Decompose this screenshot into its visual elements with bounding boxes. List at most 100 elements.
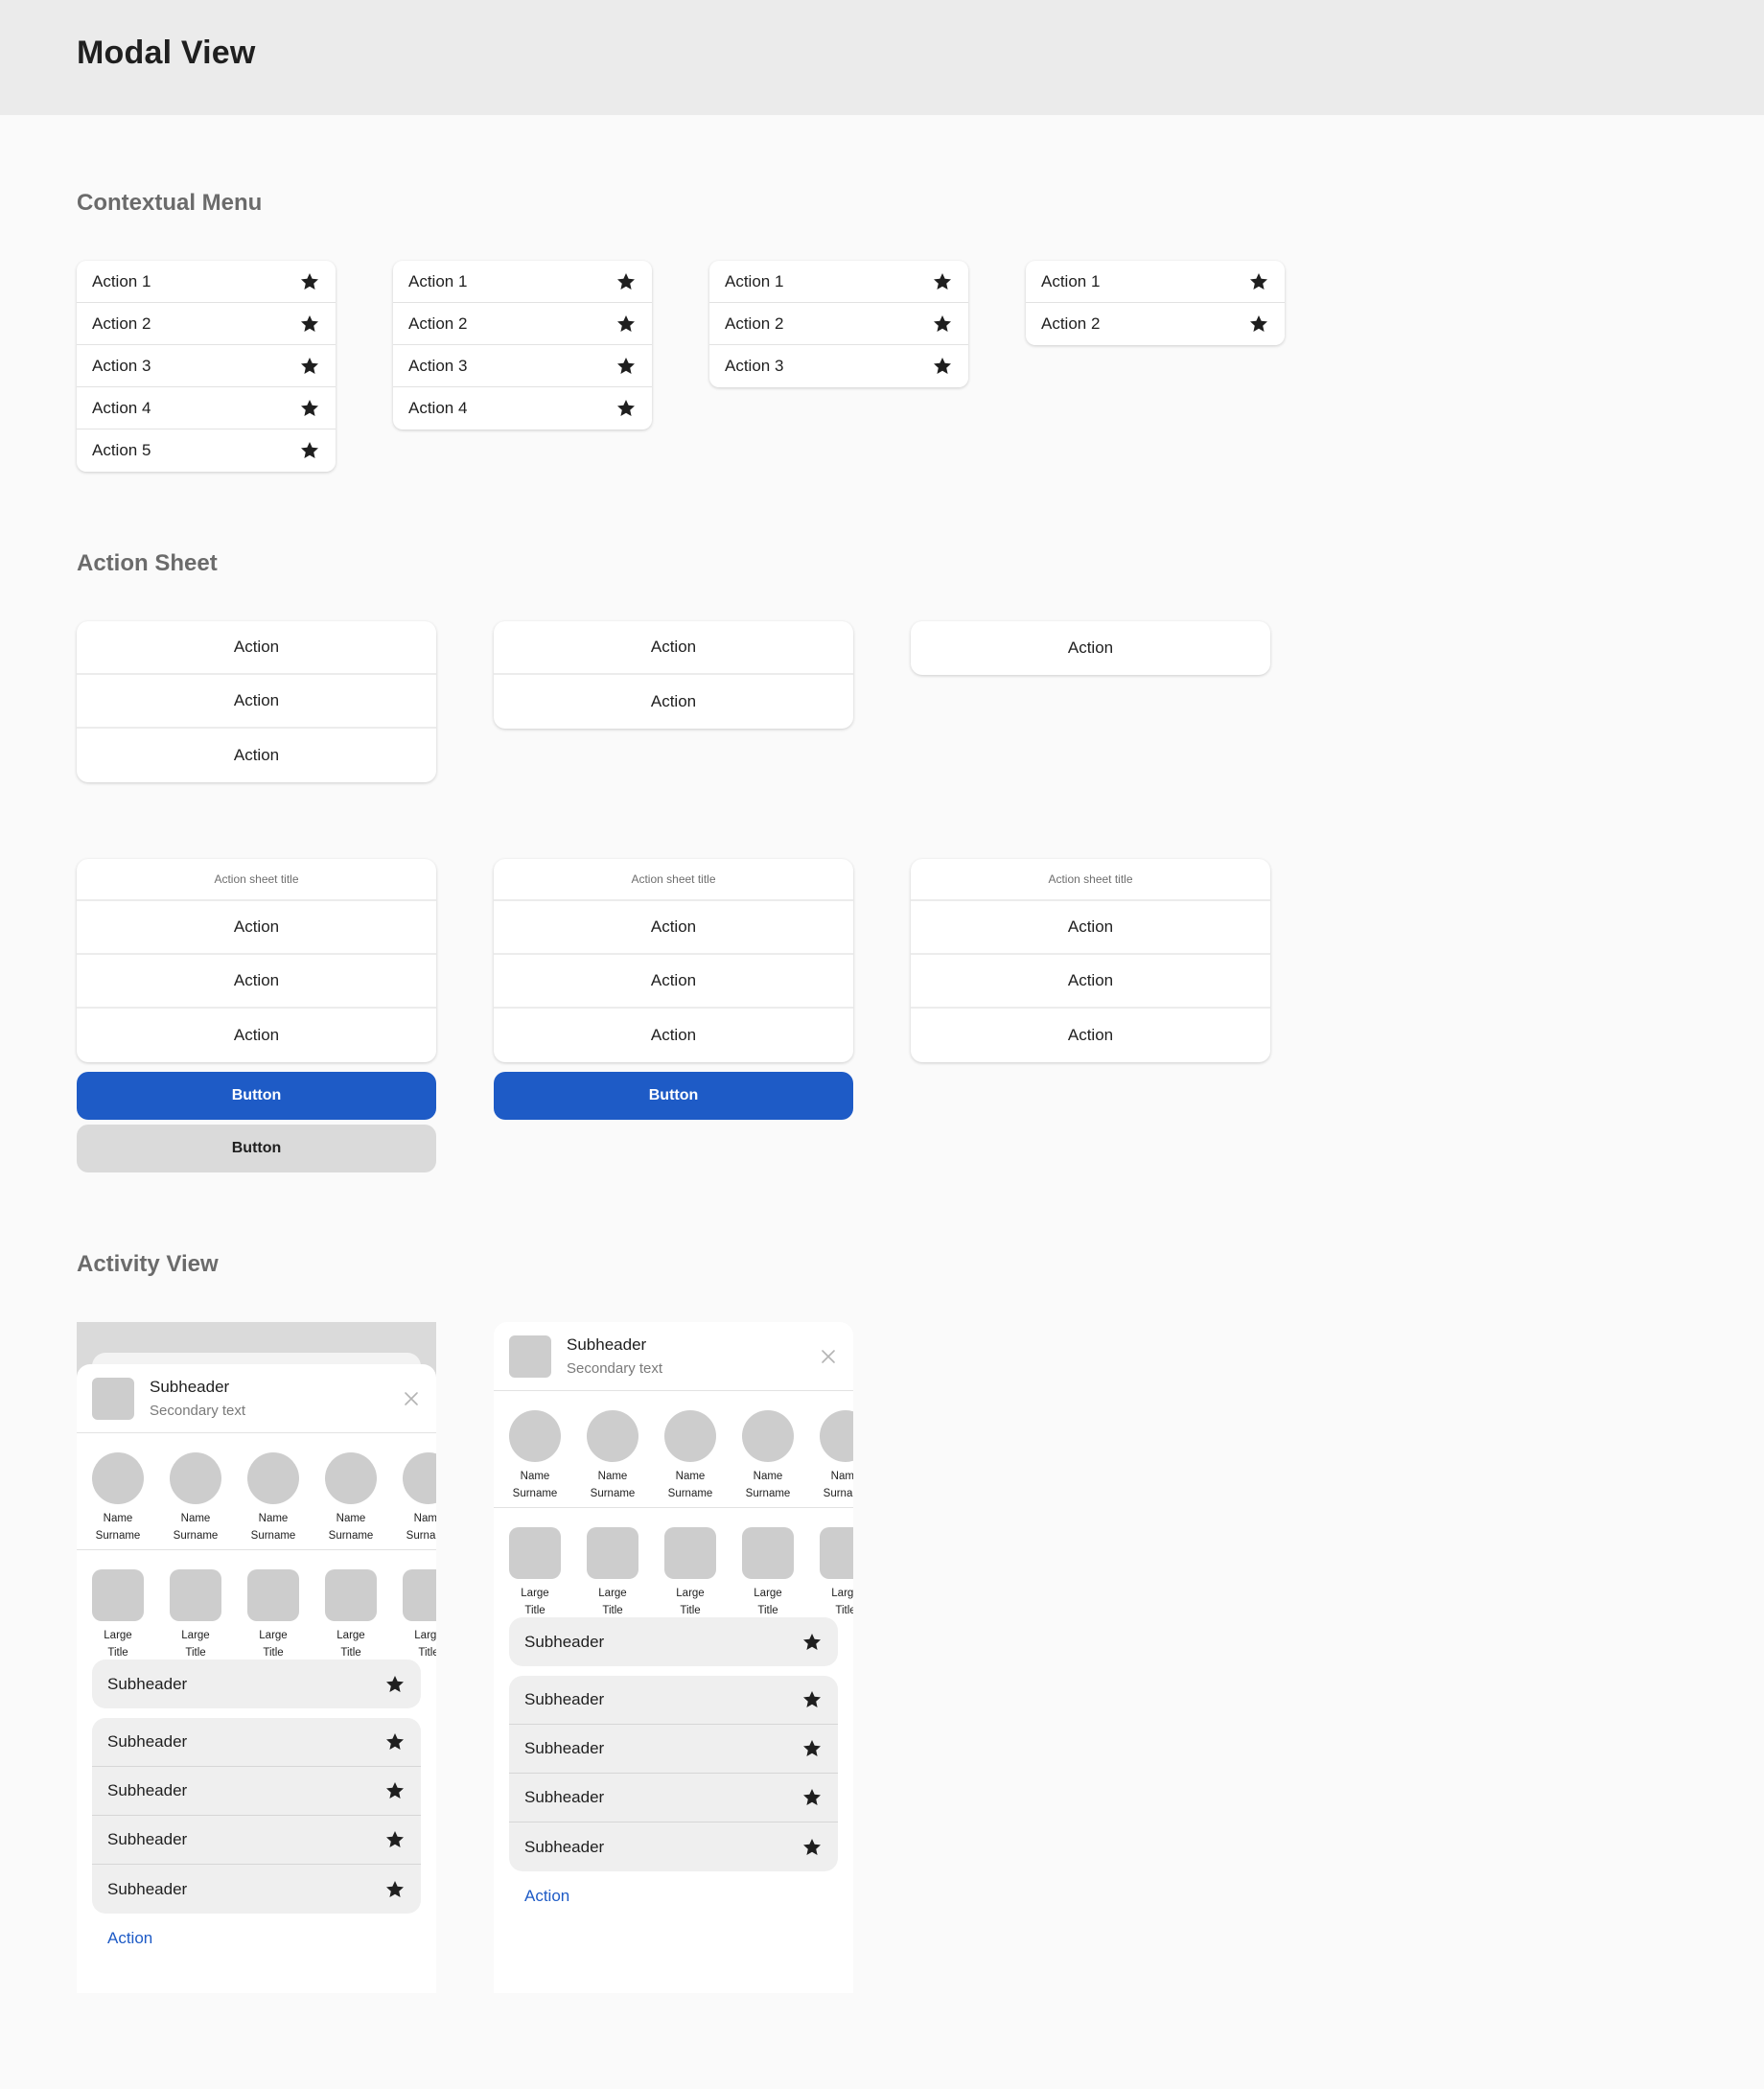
list-item[interactable]: Subheader	[92, 1816, 421, 1865]
app-title: Large Title	[731, 1585, 805, 1617]
app-title-line: Title	[680, 1605, 701, 1616]
app-item[interactable]: Large Title	[664, 1527, 716, 1617]
action-sheet-action[interactable]: Action	[494, 955, 853, 1009]
action-sheet-action[interactable]: Action	[77, 1009, 436, 1062]
thumbnail	[92, 1377, 134, 1420]
action-link[interactable]: Action	[107, 1929, 436, 1948]
person-name: Name Surname	[81, 1510, 155, 1544]
app-item[interactable]: Large Title	[587, 1527, 638, 1617]
menu-item[interactable]: Action 3	[77, 345, 336, 387]
action-sheet-action[interactable]: Action	[494, 621, 853, 675]
action-sheet-action[interactable]: Action	[911, 621, 1270, 675]
star-icon	[615, 356, 637, 377]
action-sheet-action[interactable]: Action	[77, 729, 436, 782]
action-sheet-action[interactable]: Action	[77, 955, 436, 1009]
app-item[interactable]: Large Title	[170, 1569, 221, 1660]
app-item[interactable]: Large Title	[247, 1569, 299, 1660]
person-item[interactable]: Name Surname	[325, 1452, 377, 1549]
first-name: Name	[180, 1513, 211, 1524]
menu-item[interactable]: Action 1	[393, 261, 652, 303]
star-icon	[801, 1738, 823, 1759]
person-item[interactable]: Name Surname	[509, 1410, 561, 1507]
action-sheet-action[interactable]: Action	[77, 901, 436, 955]
person-item[interactable]: Name Surname	[403, 1452, 436, 1549]
menu-item[interactable]: Action 5	[77, 429, 336, 472]
activity-secondary-text: Secondary text	[150, 1403, 246, 1419]
menu-item[interactable]: Action 3	[393, 345, 652, 387]
app-item[interactable]: Large Title	[403, 1569, 436, 1660]
action-sheet-action[interactable]: Action	[911, 955, 1270, 1009]
app-title-line: Large	[337, 1630, 365, 1641]
menu-item[interactable]: Action 2	[393, 303, 652, 345]
menu-item[interactable]: Action 1	[77, 261, 336, 303]
list-item[interactable]: Subheader	[509, 1617, 838, 1666]
secondary-button[interactable]: Button	[77, 1125, 436, 1172]
menu-item[interactable]: Action 4	[393, 387, 652, 429]
avatar	[92, 1452, 144, 1504]
app-item[interactable]: Large Title	[92, 1569, 144, 1660]
person-item[interactable]: Name Surname	[92, 1452, 144, 1549]
contextual-menu: Action 1 Action 2 Action 3 Action 4 Action 5	[77, 261, 336, 472]
menu-item[interactable]: Action 2	[1026, 303, 1285, 345]
section-title-contextual-menu: Contextual Menu	[77, 190, 263, 216]
action-sheet-action[interactable]: Action	[77, 675, 436, 729]
action-sheet-action[interactable]: Action	[494, 1009, 853, 1062]
menu-item[interactable]: Action 1	[709, 261, 968, 303]
menu-item[interactable]: Action 2	[77, 303, 336, 345]
person-item[interactable]: Name Surname	[587, 1410, 638, 1507]
person-item[interactable]: Name Surname	[742, 1410, 794, 1507]
action-sheet-action[interactable]: Action	[77, 621, 436, 675]
menu-item[interactable]: Action 3	[709, 345, 968, 387]
menu-item-label: Action 1	[408, 271, 468, 290]
menu-item[interactable]: Action 4	[77, 387, 336, 429]
star-icon	[384, 1731, 406, 1752]
app-item[interactable]: Large Title	[742, 1527, 794, 1617]
action-link[interactable]: Action	[524, 1887, 853, 1906]
list-item[interactable]: Subheader	[92, 1767, 421, 1816]
person-item[interactable]: Name Surname	[820, 1410, 853, 1507]
app-title: Large Title	[158, 1627, 233, 1660]
last-name: Surname	[745, 1488, 791, 1499]
app-title-line: Title	[185, 1647, 206, 1659]
star-icon	[299, 356, 320, 377]
close-icon[interactable]	[821, 1349, 836, 1364]
person-name: Name Surname	[391, 1510, 436, 1544]
app-title-line: Title	[340, 1647, 361, 1659]
list-item[interactable]: Subheader	[92, 1660, 421, 1708]
menu-item[interactable]: Action 1	[1026, 261, 1285, 303]
person-item[interactable]: Name Surname	[664, 1410, 716, 1507]
avatar	[742, 1410, 794, 1462]
apps-row[interactable]: Large Title Large Title Large Title Large Title…	[77, 1550, 436, 1660]
app-item[interactable]: Large Title	[820, 1527, 853, 1617]
app-item[interactable]: Large Title	[325, 1569, 377, 1660]
people-row[interactable]: Name Surname Name Surname Name Surname Name Sur…	[77, 1433, 436, 1550]
action-list-group: Subheader Subheader Subheader Subheader	[92, 1718, 421, 1914]
apps-row[interactable]: Large Title Large Title Large Title Large Title…	[494, 1508, 853, 1617]
list-item[interactable]: Subheader	[509, 1676, 838, 1725]
people-row[interactable]: Name Surname Name Surname Name Surname Name Sur…	[494, 1391, 853, 1508]
menu-item[interactable]: Action 2	[709, 303, 968, 345]
person-name: Name Surname	[498, 1468, 572, 1502]
list-item[interactable]: Subheader	[509, 1725, 838, 1774]
person-item[interactable]: Name Surname	[170, 1452, 221, 1549]
list-item[interactable]: Subheader	[509, 1774, 838, 1822]
app-icon	[509, 1527, 561, 1579]
app-item[interactable]: Large Title	[509, 1527, 561, 1617]
action-sheet-action[interactable]: Action	[911, 1009, 1270, 1062]
primary-button[interactable]: Button	[77, 1072, 436, 1120]
person-name: Name Surname	[158, 1510, 233, 1544]
activity-subheader: Subheader	[567, 1335, 647, 1354]
action-sheet: Action Action Action	[77, 621, 436, 782]
list-item[interactable]: Subheader	[92, 1865, 421, 1914]
list-item[interactable]: Subheader	[509, 1822, 838, 1871]
section-title-action-sheet: Action Sheet	[77, 550, 218, 576]
list-item-label: Subheader	[524, 1739, 605, 1757]
close-icon[interactable]	[404, 1391, 419, 1406]
star-icon	[801, 1689, 823, 1710]
action-sheet-action[interactable]: Action	[911, 901, 1270, 955]
person-item[interactable]: Name Surname	[247, 1452, 299, 1549]
primary-button[interactable]: Button	[494, 1072, 853, 1120]
list-item[interactable]: Subheader	[92, 1718, 421, 1767]
action-sheet-action[interactable]: Action	[494, 675, 853, 729]
action-sheet-action[interactable]: Action	[494, 901, 853, 955]
